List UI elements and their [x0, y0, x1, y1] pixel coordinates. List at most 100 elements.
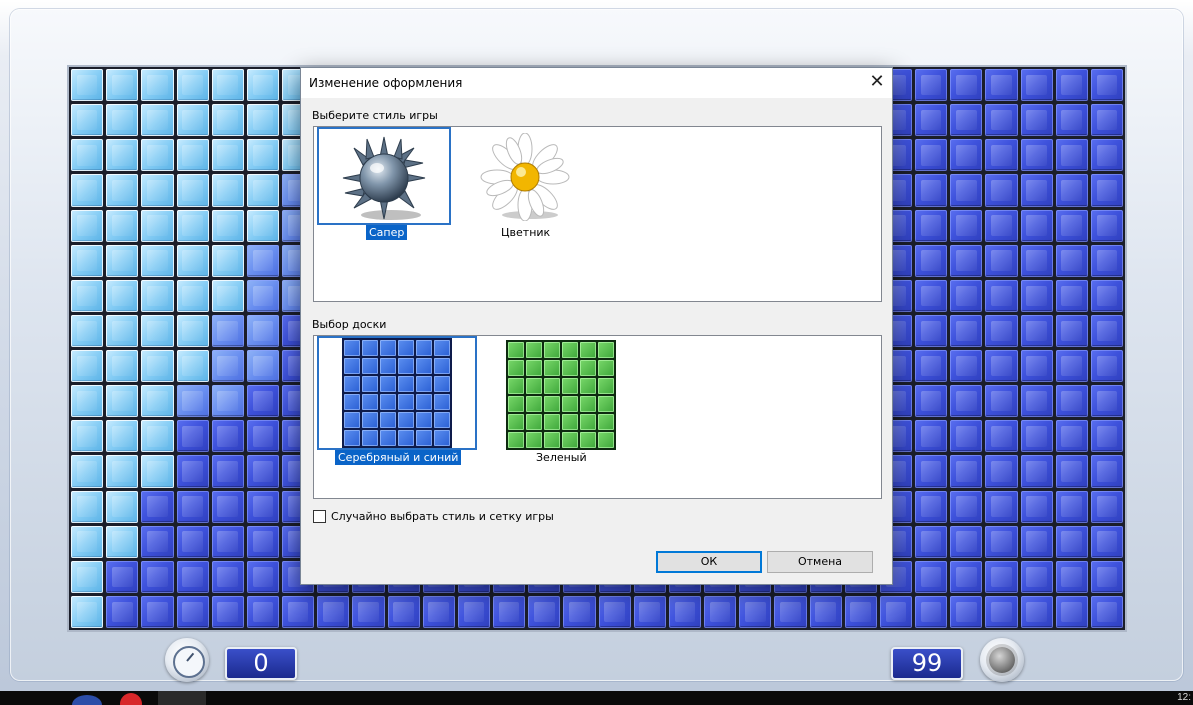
board-cell[interactable] — [211, 69, 244, 102]
board-cell[interactable] — [246, 209, 279, 242]
board-cell[interactable] — [985, 244, 1018, 277]
board-cell[interactable] — [950, 385, 983, 418]
board-option-green[interactable]: Зеленый — [502, 336, 616, 466]
board-cell[interactable] — [106, 139, 139, 172]
board-cell[interactable] — [915, 279, 948, 312]
board-cell[interactable] — [915, 209, 948, 242]
board-cell[interactable] — [141, 244, 174, 277]
board-cell[interactable] — [915, 104, 948, 137]
board-cell[interactable] — [950, 314, 983, 347]
cancel-button[interactable]: Отмена — [767, 551, 873, 573]
board-cell[interactable] — [246, 314, 279, 347]
board-cell[interactable] — [71, 314, 104, 347]
board-cell[interactable] — [915, 385, 948, 418]
board-cell[interactable] — [1020, 525, 1053, 558]
board-cell[interactable] — [246, 385, 279, 418]
board-cell[interactable] — [1090, 209, 1123, 242]
board-cell[interactable] — [176, 104, 209, 137]
style-list[interactable]: Сапер Цветник — [313, 126, 882, 302]
board-cell[interactable] — [141, 139, 174, 172]
board-cell[interactable] — [950, 139, 983, 172]
board-cell[interactable] — [141, 279, 174, 312]
board-cell[interactable] — [106, 104, 139, 137]
board-cell[interactable] — [246, 560, 279, 593]
board-cell[interactable] — [704, 595, 737, 628]
taskbar-active-app[interactable] — [158, 691, 206, 705]
board-cell[interactable] — [71, 560, 104, 593]
board-cell[interactable] — [246, 455, 279, 488]
board-cell[interactable] — [211, 314, 244, 347]
board-cell[interactable] — [1055, 350, 1088, 383]
board-cell[interactable] — [176, 525, 209, 558]
board-cell[interactable] — [211, 104, 244, 137]
board-cell[interactable] — [71, 525, 104, 558]
board-cell[interactable] — [950, 420, 983, 453]
board-cell[interactable] — [71, 139, 104, 172]
board-cell[interactable] — [1055, 595, 1088, 628]
board-cell[interactable] — [246, 174, 279, 207]
board-cell[interactable] — [1090, 595, 1123, 628]
board-cell[interactable] — [985, 174, 1018, 207]
board-cell[interactable] — [915, 455, 948, 488]
board-cell[interactable] — [985, 139, 1018, 172]
board-cell[interactable] — [1020, 595, 1053, 628]
board-cell[interactable] — [352, 595, 385, 628]
board-cell[interactable] — [106, 455, 139, 488]
board-cell[interactable] — [106, 209, 139, 242]
board-cell[interactable] — [387, 595, 420, 628]
random-style-checkbox-label[interactable]: Случайно выбрать стиль и сетку игры — [331, 510, 554, 523]
board-cell[interactable] — [71, 350, 104, 383]
board-cell[interactable] — [915, 525, 948, 558]
board-cell[interactable] — [141, 560, 174, 593]
board-cell[interactable] — [211, 350, 244, 383]
board-cell[interactable] — [246, 420, 279, 453]
board-cell[interactable] — [176, 595, 209, 628]
board-cell[interactable] — [176, 385, 209, 418]
board-cell[interactable] — [1090, 139, 1123, 172]
board-cell[interactable] — [1090, 174, 1123, 207]
board-cell[interactable] — [1020, 385, 1053, 418]
board-cell[interactable] — [211, 525, 244, 558]
board-cell[interactable] — [71, 420, 104, 453]
board-cell[interactable] — [106, 244, 139, 277]
board-cell[interactable] — [422, 595, 455, 628]
board-cell[interactable] — [1055, 560, 1088, 593]
board-cell[interactable] — [71, 174, 104, 207]
board-cell[interactable] — [106, 174, 139, 207]
board-cell[interactable] — [1055, 174, 1088, 207]
board-cell[interactable] — [246, 279, 279, 312]
board-cell[interactable] — [915, 595, 948, 628]
board-cell[interactable] — [1020, 420, 1053, 453]
board-cell[interactable] — [950, 350, 983, 383]
board-cell[interactable] — [774, 595, 807, 628]
board-cell[interactable] — [563, 595, 596, 628]
board-cell[interactable] — [106, 350, 139, 383]
board-cell[interactable] — [71, 279, 104, 312]
taskbar-app-icon[interactable] — [72, 695, 102, 705]
board-cell[interactable] — [141, 490, 174, 523]
board-cell[interactable] — [1020, 139, 1053, 172]
board-cell[interactable] — [985, 420, 1018, 453]
board-cell[interactable] — [985, 560, 1018, 593]
board-cell[interactable] — [246, 104, 279, 137]
board-cell[interactable] — [246, 525, 279, 558]
board-cell[interactable] — [1090, 69, 1123, 102]
board-cell[interactable] — [1090, 104, 1123, 137]
ok-button[interactable]: ОК — [656, 551, 762, 573]
board-cell[interactable] — [915, 244, 948, 277]
board-cell[interactable] — [141, 385, 174, 418]
board-cell[interactable] — [950, 279, 983, 312]
board-cell[interactable] — [106, 420, 139, 453]
random-style-checkbox-row[interactable]: Случайно выбрать стиль и сетку игры — [313, 510, 554, 523]
board-cell[interactable] — [211, 279, 244, 312]
board-cell[interactable] — [985, 350, 1018, 383]
board-cell[interactable] — [809, 595, 842, 628]
board-cell[interactable] — [141, 595, 174, 628]
board-cell[interactable] — [176, 139, 209, 172]
board-cell[interactable] — [985, 525, 1018, 558]
board-cell[interactable] — [211, 420, 244, 453]
board-cell[interactable] — [71, 244, 104, 277]
board-cell[interactable] — [71, 595, 104, 628]
board-cell[interactable] — [985, 104, 1018, 137]
board-cell[interactable] — [915, 420, 948, 453]
